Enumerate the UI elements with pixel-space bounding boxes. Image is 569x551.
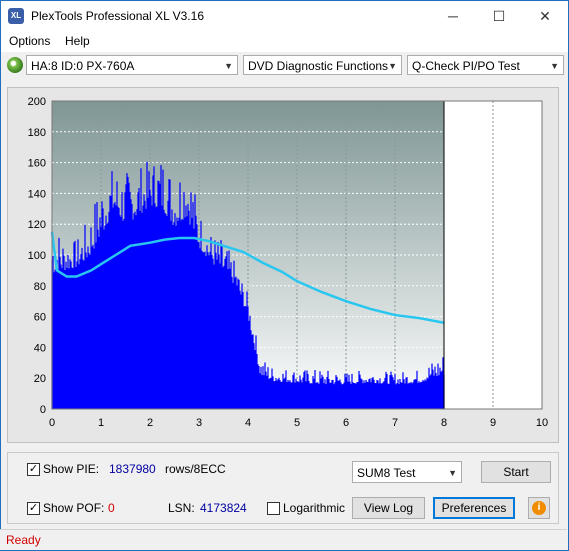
y-tick-label: 200 [28, 96, 46, 108]
y-tick-label: 20 [34, 373, 46, 385]
show-pof-label: Show POF: [43, 501, 105, 515]
x-tick-label: 9 [490, 417, 496, 429]
test-select-value: Q-Check PI/PO Test [412, 59, 520, 73]
chevron-down-icon: ▼ [448, 468, 457, 478]
y-tick-label: 80 [34, 281, 46, 293]
pie-unit: rows/8ECC [165, 462, 226, 476]
show-pie-checkbox[interactable]: ✓ [27, 463, 40, 476]
minimize-button[interactable]: ─ [430, 1, 476, 31]
sum-test-select-value: SUM8 Test [357, 466, 416, 480]
maximize-button[interactable]: ☐ [476, 1, 522, 31]
app-logo-icon: XL [8, 8, 24, 24]
y-tick-label: 0 [40, 404, 46, 416]
pi-po-chart: 0 20 40 60 80 100 120 140 160 180 200 0 1 2 3 4 5 6 7 8 9 10 [28, 96, 548, 429]
x-tick-label: 4 [245, 417, 251, 429]
menu-help[interactable]: Help [65, 34, 90, 48]
sum-test-select[interactable]: SUM8 Test ▼ [352, 461, 462, 483]
show-pof-checkbox[interactable]: ✓ [27, 502, 40, 515]
y-tick-label: 100 [28, 250, 46, 262]
disc-drive-icon [7, 57, 23, 73]
x-tick-label: 6 [343, 417, 349, 429]
drive-select-value: HA:8 ID:0 PX-760A [31, 59, 135, 73]
test-select[interactable]: Q-Check PI/PO Test ▼ [407, 55, 564, 75]
y-tick-label: 40 [34, 342, 46, 354]
status-bar: Ready [0, 529, 567, 550]
chevron-down-icon: ▼ [388, 61, 397, 71]
info-button[interactable]: i [528, 497, 550, 519]
chart-frame: 0 20 40 60 80 100 120 140 160 180 200 0 1 2 3 4 5 6 7 8 9 10 [7, 87, 559, 443]
y-tick-label: 60 [34, 312, 46, 324]
x-tick-label: 7 [392, 417, 398, 429]
chevron-down-icon: ▼ [550, 61, 559, 71]
start-button[interactable]: Start [481, 461, 551, 483]
chevron-down-icon: ▼ [224, 61, 233, 71]
drive-select[interactable]: HA:8 ID:0 PX-760A ▼ [26, 55, 238, 75]
x-tick-label: 2 [147, 417, 153, 429]
y-tick-label: 160 [28, 158, 46, 170]
x-tick-label: 1 [98, 417, 104, 429]
x-tick-label: 5 [294, 417, 300, 429]
menu-options[interactable]: Options [9, 34, 50, 48]
y-tick-label: 120 [28, 219, 46, 231]
window-title: PlexTools Professional XL V3.16 [31, 9, 204, 23]
menu-bar: Options Help [1, 31, 568, 52]
pof-value: 0 [108, 501, 115, 515]
y-tick-label: 180 [28, 127, 46, 139]
function-select-value: DVD Diagnostic Functions [248, 59, 389, 73]
x-tick-label: 3 [196, 417, 202, 429]
status-text: Ready [6, 533, 41, 547]
info-icon: i [532, 501, 546, 515]
x-tick-label: 10 [536, 417, 548, 429]
view-log-button[interactable]: View Log [352, 497, 425, 519]
logarithmic-checkbox[interactable] [267, 502, 280, 515]
x-tick-label: 0 [49, 417, 55, 429]
show-pie-label: Show PIE: [43, 462, 100, 476]
pie-value: 1837980 [109, 462, 156, 476]
x-tick-label: 8 [441, 417, 447, 429]
function-select[interactable]: DVD Diagnostic Functions ▼ [243, 55, 402, 75]
toolbar: HA:8 ID:0 PX-760A ▼ DVD Diagnostic Funct… [1, 52, 568, 80]
lsn-label: LSN: [168, 501, 195, 515]
logarithmic-label: Logarithmic [283, 501, 346, 515]
control-panel: ✓ Show PIE: 1837980 rows/8ECC ✓ Show POF… [7, 452, 559, 524]
title-bar[interactable]: XL PlexTools Professional XL V3.16 ─ ☐ ✕ [1, 1, 568, 31]
lsn-value: 4173824 [200, 501, 247, 515]
preferences-button[interactable]: Preferences [433, 497, 515, 519]
y-tick-label: 140 [28, 188, 46, 200]
close-button[interactable]: ✕ [522, 1, 568, 31]
